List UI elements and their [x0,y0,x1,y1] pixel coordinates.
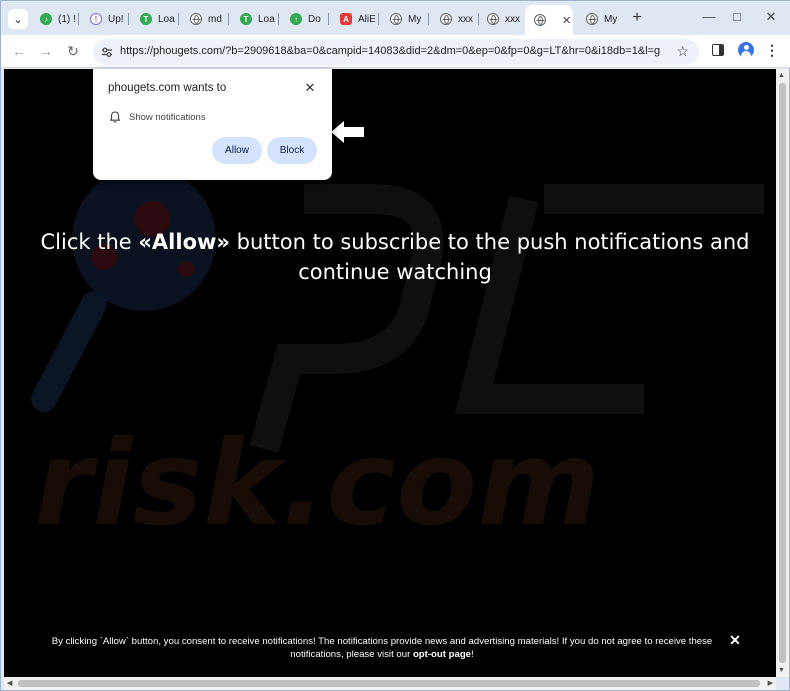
consent-text: By clicking `Allow` button, you consent … [51,636,713,660]
consent-close-button[interactable]: ✕ [728,632,742,649]
headline-allow: «Allow» [138,230,230,254]
scroll-up-icon[interactable]: ▲ [778,72,785,79]
browser-tab[interactable]: T Loa [231,7,275,31]
forward-button[interactable]: → [37,42,55,60]
block-button[interactable]: Block [267,137,317,164]
prompt-close-button[interactable]: ✕ [304,80,316,96]
close-icon: ✕ [765,9,777,24]
tab-title: xxx [505,13,520,25]
browser-window: ⌄ ♪ (1) !! Up! T Loa md T Loa ↑ Do A AliE My xxx xxx ✕ M… [0,0,790,691]
side-panel-icon[interactable] [712,44,724,56]
tab-title: Loa [258,13,275,25]
browser-toolbar: ← → ↻ https://phougets.com/?b=2909618&ba… [1,35,790,68]
consent-end: ! [471,649,474,660]
tab-separator [328,13,329,25]
notification-permission-prompt: phougets.com wants to ✕ Show notificatio… [93,69,332,180]
site-settings-icon[interactable] [99,44,115,60]
tab-title: Loa [158,13,175,25]
vertical-scrollbar[interactable]: ▲ ▼ [776,69,789,677]
minimize-button[interactable]: — [700,9,718,24]
browser-tab[interactable]: md [181,7,225,31]
tab-title: Do [308,13,321,25]
tab-separator [378,13,379,25]
tab-separator [78,13,79,25]
tab-separator [428,13,429,25]
tab-title: (1) ! [58,13,75,25]
info-circle-icon: ! [90,13,102,25]
scroll-left-icon[interactable]: ◀ [7,679,12,687]
bookmark-star-icon[interactable]: ☆ [676,43,689,60]
globe-icon [440,13,452,25]
arrow-right-icon: → [39,43,53,59]
permission-label: Show notifications [129,112,206,123]
reload-button[interactable]: ↻ [64,42,82,60]
tab-title: Up! [108,13,124,25]
address-bar[interactable]: https://phougets.com/?b=2909618&ba=0&cam… [93,39,699,65]
maximize-icon: □ [733,9,741,24]
aliexpress-icon: A [340,13,352,25]
tiktok-icon: ♪ [40,13,52,25]
prompt-title: phougets.com wants to [108,82,227,94]
reload-icon: ↻ [67,43,79,59]
tab-search-button[interactable]: ⌄ [8,9,28,29]
url-text[interactable]: https://phougets.com/?b=2909618&ba=0&cam… [120,45,660,57]
chevron-down-icon: ⌄ [13,13,23,26]
t-logo-icon: T [240,13,252,25]
plus-icon: + [632,9,642,26]
tab-title: AliE [358,13,375,25]
minimize-icon: — [702,9,716,24]
horizontal-scrollbar[interactable]: ◀ ▶ [4,677,776,690]
scroll-right-icon[interactable]: ▶ [768,679,773,687]
close-icon: ✕ [304,80,316,95]
globe-icon [487,13,499,25]
tab-strip: ⌄ ♪ (1) !! Up! T Loa md T Loa ↑ Do A AliE My xxx xxx ✕ M… [1,1,790,35]
headline-post: button to subscribe to the push notifica… [229,230,750,284]
tab-title: My [604,13,618,25]
browser-tab[interactable]: xxx [431,7,475,31]
horizontal-scroll-thumb[interactable] [18,680,760,687]
bell-icon [110,111,120,123]
maximize-button[interactable]: □ [728,9,746,24]
profile-avatar-icon[interactable] [738,42,754,58]
tab-title: My [408,13,422,25]
page-headline: Click the «Allow» button to subscribe to… [24,227,766,287]
tab-title: xxx [458,13,473,25]
new-tab-button[interactable]: + [628,9,646,27]
consent-note: By clicking `Allow` button, you consent … [34,635,730,661]
tab-separator [228,13,229,25]
tab-close-icon[interactable]: ✕ [562,14,571,27]
watermark-text: risk.com [34,414,600,552]
headline-pre: Click the [40,230,139,254]
vertical-scroll-thumb[interactable] [779,83,786,663]
scroll-down-icon[interactable]: ▼ [778,667,785,674]
browser-tab[interactable]: A AliE [331,7,375,31]
globe-icon [190,13,202,25]
globe-icon [534,14,546,26]
browser-tab[interactable]: ♪ (1) ! [31,7,75,31]
tab-title: md [208,13,222,25]
t-logo-icon: T [140,13,152,25]
close-icon: ✕ [729,632,741,648]
browser-tab[interactable]: My [577,7,621,31]
allow-button[interactable]: Allow [212,137,262,164]
browser-tab[interactable]: My [381,7,425,31]
browser-tab[interactable]: T Loa [131,7,175,31]
browser-tab[interactable]: ! Up! [81,7,125,31]
globe-icon [586,13,598,25]
browser-tab[interactable]: xxx [478,7,522,31]
upload-icon: ↑ [290,13,302,25]
opt-out-link[interactable]: opt-out page [413,649,471,660]
browser-tab[interactable]: ✕ [525,5,573,35]
pointer-arrow-icon [331,121,364,143]
globe-icon [390,13,402,25]
close-window-button[interactable]: ✕ [762,9,780,25]
tab-separator [278,13,279,25]
back-button[interactable]: ← [10,42,28,60]
tab-separator [178,13,179,25]
browser-tab[interactable]: ↑ Do [281,7,325,31]
tab-separator [128,13,129,25]
arrow-left-icon: ← [12,43,26,59]
kebab-menu-icon[interactable]: ⋮ [765,42,779,59]
